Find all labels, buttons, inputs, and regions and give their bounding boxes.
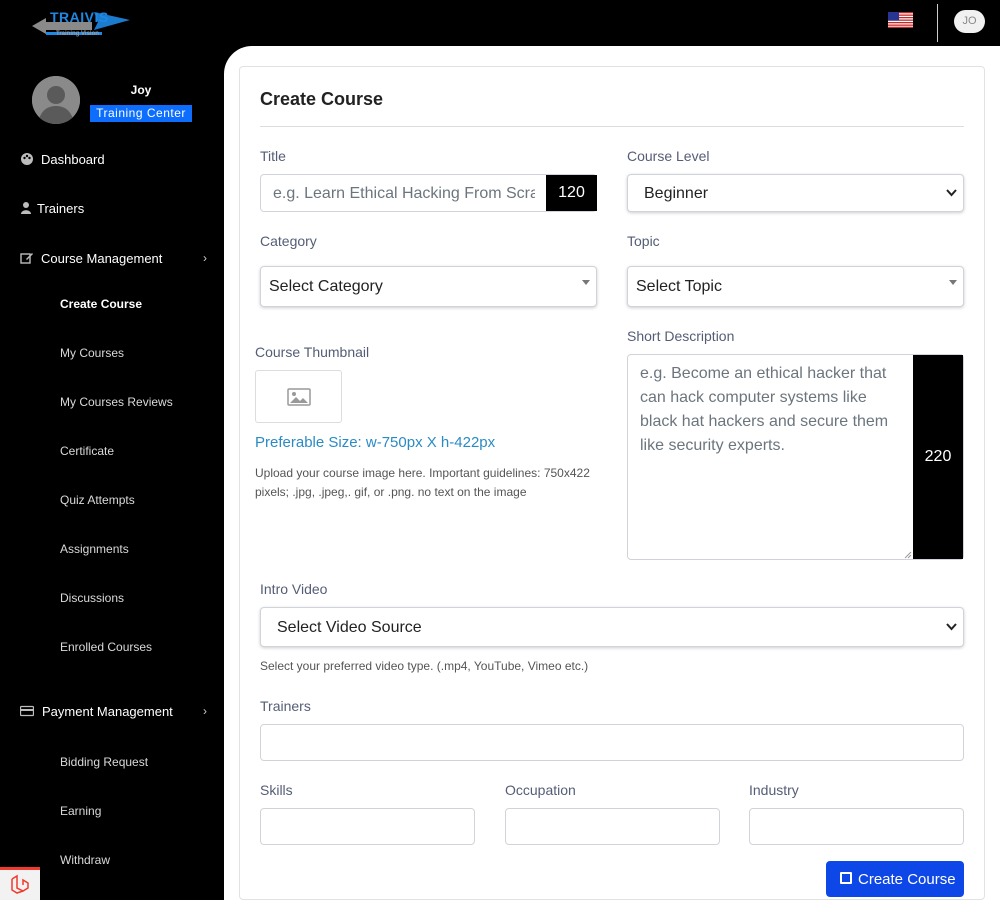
page-title: Create Course: [260, 89, 384, 109]
sidebar-subitem-enrolled-courses[interactable]: Enrolled Courses: [60, 640, 152, 654]
sidebar-item-label: Payment Management: [42, 704, 173, 719]
logo[interactable]: TRAIVIS Training Vision: [32, 8, 132, 42]
category-value: Select Category: [269, 278, 383, 295]
short-description-label: Short Description: [627, 328, 735, 344]
intro-video-value: Select Video Source: [277, 619, 422, 636]
intro-video-help-text: Select your preferred video type. (.mp4,…: [260, 659, 589, 673]
logo-subtitle: Training Vision: [56, 31, 99, 37]
sidebar-item-label: Course Management: [41, 251, 163, 266]
sidebar: Joy Training Center Dashboard Trainers C…: [0, 46, 224, 900]
credit-card-icon: [19, 704, 35, 718]
chevron-right-icon: ›: [203, 251, 207, 265]
title-placeholder: e.g. Learn Ethical Hacking From Scratch: [273, 185, 535, 202]
trainers-input[interactable]: [260, 724, 964, 761]
industry-label: Industry: [749, 782, 799, 798]
dropdown-arrow-icon: [582, 280, 590, 285]
profile-name: Joy: [130, 83, 152, 97]
topic-value: Select Topic: [636, 278, 722, 295]
resize-handle-icon[interactable]: [904, 551, 912, 559]
thumbnail-help-text: Upload your course image here. Important…: [255, 466, 590, 499]
sidebar-subitem-create-course[interactable]: Create Course: [60, 297, 142, 311]
sidebar-item-course-management[interactable]: Course Management ›: [0, 251, 224, 267]
dropdown-arrow-icon: [949, 280, 957, 285]
image-icon: [287, 388, 311, 406]
category-label: Category: [260, 233, 317, 249]
occupation-input[interactable]: [505, 808, 720, 845]
sidebar-subitem-earning[interactable]: Earning: [60, 804, 101, 818]
palette-icon: [20, 152, 34, 166]
sidebar-subitem-my-courses-reviews[interactable]: My Courses Reviews: [60, 395, 173, 409]
laravel-icon: [11, 874, 29, 894]
top-navbar: TRAIVIS Training Vision JO: [0, 0, 1000, 46]
skills-label: Skills: [260, 782, 293, 798]
industry-input[interactable]: [749, 808, 964, 845]
profile-avatar[interactable]: [32, 76, 80, 124]
chevron-down-icon: [946, 189, 957, 197]
user-icon: [20, 201, 34, 215]
occupation-label: Occupation: [505, 782, 576, 798]
intro-video-label: Intro Video: [260, 581, 328, 597]
user-avatar-button[interactable]: JO: [954, 10, 985, 33]
create-course-button[interactable]: Create Course: [826, 861, 964, 897]
topic-label: Topic: [627, 233, 660, 249]
chevron-down-icon: [946, 623, 957, 631]
sidebar-item-dashboard[interactable]: Dashboard: [0, 152, 224, 168]
avatar-placeholder-icon: [32, 76, 80, 124]
edit-icon: [20, 251, 34, 265]
sidebar-subitem-bidding-request[interactable]: Bidding Request: [60, 755, 148, 769]
profile-role-badge: Training Center: [90, 105, 192, 122]
short-description-char-counter: 220: [913, 355, 963, 559]
course-level-label: Course Level: [627, 148, 710, 164]
thumbnail-upload[interactable]: [255, 370, 342, 423]
sidebar-item-label: Trainers: [37, 201, 85, 216]
create-course-button-label: Create Course: [858, 871, 956, 888]
sidebar-subitem-quiz-attempts[interactable]: Quiz Attempts: [60, 493, 135, 507]
sidebar-subitem-withdraw[interactable]: Withdraw: [60, 853, 110, 867]
top-divider: [937, 4, 938, 42]
sidebar-subitem-certificate[interactable]: Certificate: [60, 444, 114, 458]
trainers-label: Trainers: [260, 698, 311, 714]
us-flag-icon[interactable]: [888, 12, 913, 28]
sidebar-item-payment-management[interactable]: Payment Management ›: [0, 704, 224, 720]
chevron-right-icon: ›: [203, 704, 207, 718]
course-level-value: Beginner: [644, 185, 709, 202]
sidebar-item-trainers[interactable]: Trainers: [0, 201, 224, 217]
short-description-placeholder: e.g. Become an ethical hacker that can h…: [640, 365, 889, 454]
sidebar-subitem-discussions[interactable]: Discussions: [60, 591, 124, 605]
title-divider: [260, 126, 964, 127]
save-icon: [840, 872, 852, 884]
skills-input[interactable]: [260, 808, 475, 845]
preferable-size-text: Preferable Size: w-750px X h-422px: [255, 434, 496, 451]
logo-text: TRAIVIS: [50, 9, 109, 25]
title-label: Title: [260, 148, 286, 164]
laravel-debug-button[interactable]: [0, 867, 40, 900]
title-char-counter: 120: [546, 175, 597, 211]
sidebar-item-label: Dashboard: [41, 152, 105, 167]
course-thumbnail-label: Course Thumbnail: [255, 344, 370, 360]
sidebar-subitem-assignments[interactable]: Assignments: [60, 542, 129, 556]
sidebar-subitem-my-courses[interactable]: My Courses: [60, 346, 124, 360]
